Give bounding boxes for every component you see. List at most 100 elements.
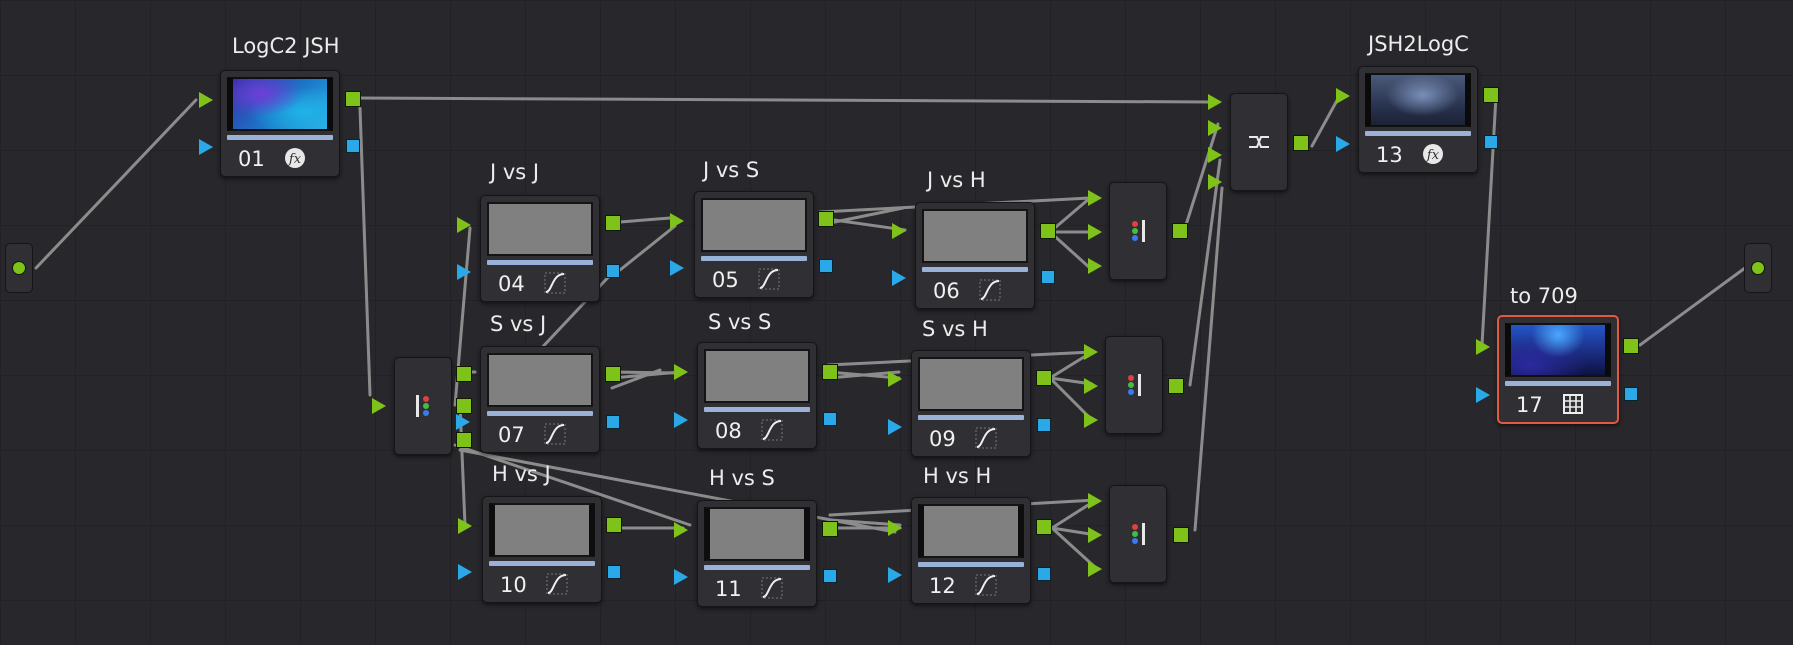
alpha-output-port[interactable] — [1041, 270, 1055, 284]
rgb-input-port[interactable] — [199, 92, 213, 108]
rgb-output-port[interactable] — [1036, 519, 1052, 535]
alpha-input-port[interactable] — [199, 139, 213, 155]
alpha-output-port[interactable] — [1624, 387, 1638, 401]
rgb-input-port[interactable] — [372, 398, 386, 414]
layer-input-port[interactable] — [1208, 147, 1222, 163]
alpha-output-port[interactable] — [1037, 567, 1051, 581]
green-input-port[interactable] — [1088, 224, 1102, 240]
rgb-input-port[interactable] — [674, 364, 688, 380]
source-input-node[interactable] — [5, 243, 33, 293]
alpha-output-port[interactable] — [1484, 135, 1498, 149]
alpha-output-port[interactable] — [606, 264, 620, 278]
rgb-output-port[interactable] — [1040, 223, 1056, 239]
node-08[interactable]: 08 — [697, 342, 817, 449]
output-node[interactable] — [1744, 243, 1772, 293]
rgb-output-port[interactable] — [1168, 378, 1184, 394]
rgb-output-port[interactable] — [822, 364, 838, 380]
source-output-port[interactable] — [12, 261, 26, 275]
combiner-node[interactable] — [1109, 182, 1167, 280]
node-12[interactable]: 12 — [911, 497, 1031, 604]
alpha-output-port[interactable] — [346, 139, 360, 153]
rgb-output-port[interactable] — [818, 211, 834, 227]
alpha-output-port[interactable] — [823, 412, 837, 426]
node-progress-bar — [704, 407, 810, 412]
alpha-input-port[interactable] — [670, 260, 684, 276]
layer-input-port[interactable] — [1208, 120, 1222, 136]
rgb-output-port[interactable] — [1172, 223, 1188, 239]
layer-mixer-node[interactable] — [1230, 93, 1288, 191]
rgb-output-port[interactable] — [1623, 338, 1639, 354]
node-17[interactable]: 17 — [1497, 315, 1619, 424]
fx-icon: fx — [1423, 144, 1443, 164]
alpha-input-port[interactable] — [674, 412, 688, 428]
alpha-input-port[interactable] — [1336, 136, 1350, 152]
node-number: 07 — [498, 423, 525, 447]
layer-input-port[interactable] — [1208, 174, 1222, 190]
node-11[interactable]: 11 — [697, 500, 817, 607]
combiner-node[interactable] — [1105, 336, 1163, 434]
alpha-input-port[interactable] — [888, 419, 902, 435]
alpha-input-port[interactable] — [457, 264, 471, 280]
rgb-input-port[interactable] — [1336, 88, 1350, 104]
rgb-output-port[interactable] — [605, 215, 621, 231]
rgb-output-port[interactable] — [1293, 135, 1309, 151]
splitter-node[interactable] — [394, 357, 452, 455]
curve-icon — [758, 268, 780, 290]
node-thumbnail — [1365, 73, 1471, 127]
rgb-input-port[interactable] — [458, 518, 472, 534]
rgb-output-port[interactable] — [1483, 87, 1499, 103]
alpha-output-port[interactable] — [606, 415, 620, 429]
node-progress-bar — [701, 256, 807, 261]
blue-output-port[interactable] — [456, 414, 470, 430]
rgb-output-port[interactable] — [345, 91, 361, 107]
combiner-icon — [1132, 523, 1145, 545]
alpha-output-port[interactable] — [819, 259, 833, 273]
alpha-output-port[interactable] — [823, 569, 837, 583]
layer-input-port[interactable] — [1208, 94, 1222, 110]
node-13[interactable]: 13 fx — [1358, 66, 1478, 173]
rgb-output-port[interactable] — [1173, 527, 1189, 543]
red-input-port[interactable] — [1084, 344, 1098, 360]
alpha-input-port[interactable] — [888, 567, 902, 583]
node-number: 04 — [498, 272, 525, 296]
rgb-output-port[interactable] — [605, 366, 621, 382]
alpha-output-port[interactable] — [456, 432, 472, 448]
alpha-input-port[interactable] — [1476, 387, 1490, 403]
red-input-port[interactable] — [1088, 493, 1102, 509]
node-number: 09 — [929, 427, 956, 451]
alpha-output-port[interactable] — [1037, 418, 1051, 432]
alpha-input-port[interactable] — [458, 564, 472, 580]
red-output-port[interactable] — [456, 366, 472, 382]
rgb-input-port[interactable] — [457, 217, 471, 233]
node-number: 06 — [933, 279, 960, 303]
output-input-port[interactable] — [1751, 261, 1765, 275]
green-input-port[interactable] — [1084, 378, 1098, 394]
node-09[interactable]: 09 — [911, 350, 1031, 457]
alpha-input-port[interactable] — [892, 270, 906, 286]
green-input-port[interactable] — [1088, 527, 1102, 543]
red-input-port[interactable] — [1088, 190, 1102, 206]
node-05[interactable]: 05 — [694, 191, 814, 298]
rgb-input-port[interactable] — [1476, 339, 1490, 355]
rgb-output-port[interactable] — [822, 521, 838, 537]
blue-input-port[interactable] — [1088, 561, 1102, 577]
green-output-port[interactable] — [456, 398, 472, 414]
rgb-input-port[interactable] — [674, 522, 688, 538]
rgb-output-port[interactable] — [606, 517, 622, 533]
node-04[interactable]: 04 — [480, 195, 600, 302]
alpha-output-port[interactable] — [607, 565, 621, 579]
node-number: 13 — [1376, 143, 1403, 167]
rgb-input-port[interactable] — [888, 520, 902, 536]
node-07[interactable]: 07 — [480, 346, 600, 453]
rgb-input-port[interactable] — [892, 223, 906, 239]
blue-input-port[interactable] — [1084, 412, 1098, 428]
node-01[interactable]: 01 fx — [220, 70, 340, 177]
blue-input-port[interactable] — [1088, 258, 1102, 274]
rgb-input-port[interactable] — [888, 371, 902, 387]
node-06[interactable]: 06 — [915, 202, 1035, 309]
node-10[interactable]: 10 — [482, 496, 602, 603]
combiner-node[interactable] — [1109, 485, 1167, 583]
alpha-input-port[interactable] — [674, 569, 688, 585]
rgb-input-port[interactable] — [670, 213, 684, 229]
rgb-output-port[interactable] — [1036, 370, 1052, 386]
